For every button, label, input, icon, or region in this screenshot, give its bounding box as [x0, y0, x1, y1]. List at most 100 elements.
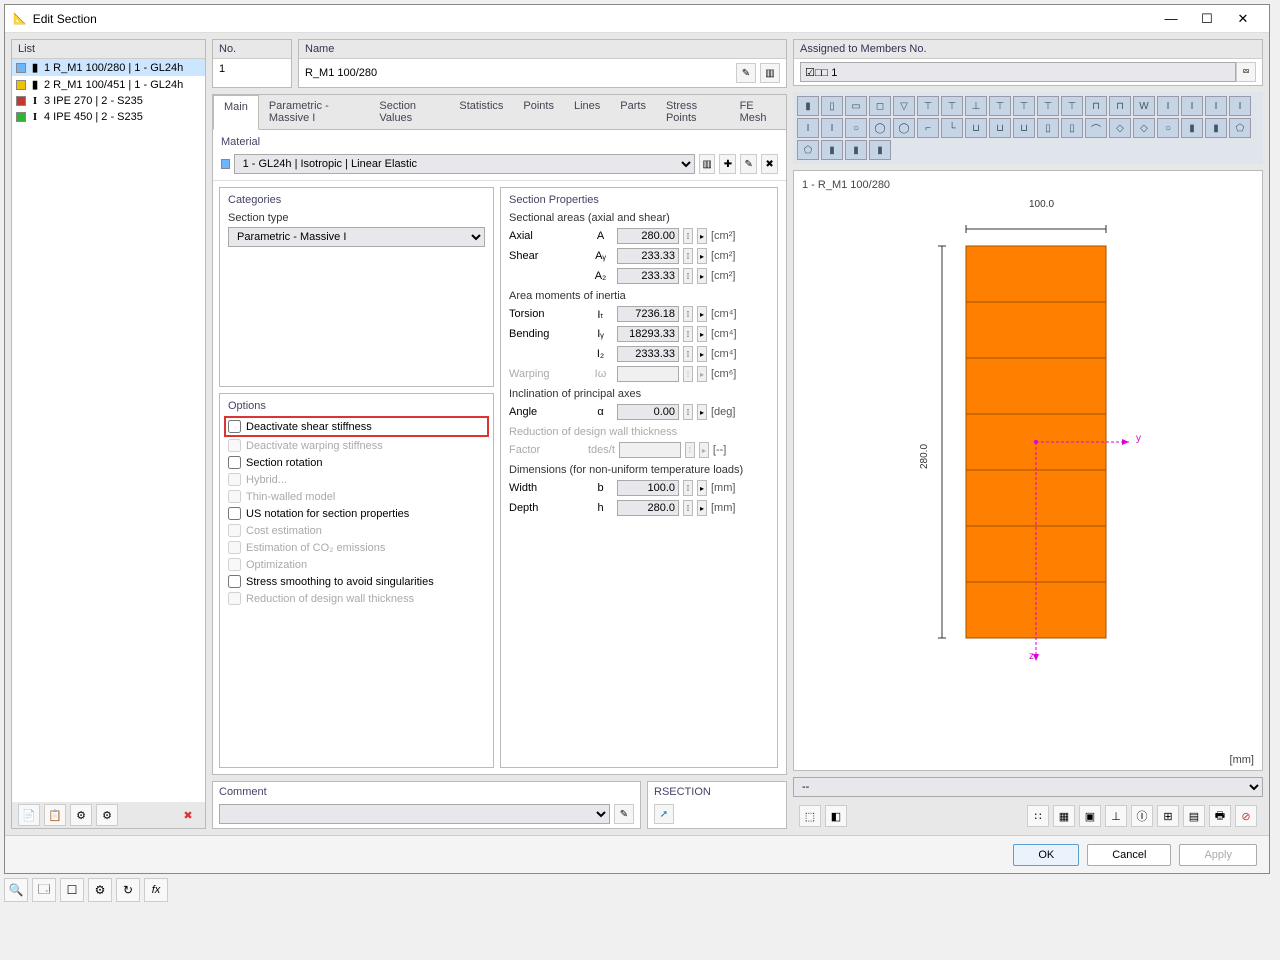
shape-button[interactable]: ⊤ — [917, 96, 939, 116]
status-1-icon[interactable]: 🔍 — [4, 878, 28, 902]
tool-a-icon[interactable]: ⚙ — [70, 804, 92, 826]
shape-button[interactable]: I — [797, 118, 819, 138]
tab-main[interactable]: Main — [213, 95, 259, 130]
shape-button[interactable]: ⊤ — [941, 96, 963, 116]
tab-statistics[interactable]: Statistics — [449, 95, 513, 129]
shape-button[interactable]: ⊤ — [1061, 96, 1083, 116]
flyout-icon[interactable]: ▸ — [697, 268, 707, 284]
shape-button[interactable]: ◇ — [1109, 118, 1131, 138]
pv-tool-5-icon[interactable]: ▣ — [1079, 805, 1101, 827]
prop-input[interactable] — [617, 346, 679, 362]
list-item[interactable]: ▮2 R_M1 100/451 | 1 - GL24h — [12, 76, 205, 93]
shape-button[interactable]: ⊤ — [989, 96, 1011, 116]
prop-input[interactable] — [617, 500, 679, 516]
shape-button[interactable]: ▮ — [845, 140, 867, 160]
assigned-input[interactable] — [800, 62, 1236, 82]
shape-button[interactable]: └ — [941, 118, 963, 138]
stepper-icon[interactable]: ⁞ — [683, 404, 693, 420]
prop-input[interactable] — [617, 228, 679, 244]
option-row[interactable]: Section rotation — [228, 454, 485, 471]
material-select[interactable]: 1 - GL24h | Isotropic | Linear Elastic — [234, 154, 695, 174]
rsection-open-icon[interactable]: ➚ — [654, 804, 674, 824]
tab-lines[interactable]: Lines — [564, 95, 610, 129]
flyout-icon[interactable]: ▸ — [697, 404, 707, 420]
name-input[interactable] — [305, 67, 732, 79]
shape-button[interactable]: ◻ — [869, 96, 891, 116]
shape-button[interactable]: ⊔ — [989, 118, 1011, 138]
pv-tool-8-icon[interactable]: ⊞ — [1157, 805, 1179, 827]
prop-input[interactable] — [617, 326, 679, 342]
stepper-icon[interactable]: ⁞ — [683, 268, 693, 284]
tool-b-icon[interactable]: ⚙ — [96, 804, 118, 826]
material-library-icon[interactable]: ▥ — [699, 154, 716, 174]
delete-icon[interactable]: ✖ — [177, 804, 199, 826]
cancel-button[interactable]: Cancel — [1087, 844, 1171, 866]
shape-button[interactable]: I — [1205, 96, 1227, 116]
tab-section-values[interactable]: Section Values — [369, 95, 449, 129]
close-button[interactable]: ✕ — [1225, 7, 1261, 31]
tab-parametric-massive-i[interactable]: Parametric - Massive I — [259, 95, 370, 129]
shape-button[interactable]: ⊔ — [1013, 118, 1035, 138]
option-checkbox[interactable] — [228, 507, 241, 520]
list-item[interactable]: I3 IPE 270 | 2 - S235 — [12, 93, 205, 109]
shape-button[interactable]: ⬠ — [1229, 118, 1251, 138]
flyout-icon[interactable]: ▸ — [697, 480, 707, 496]
new-icon[interactable]: 📄 — [18, 804, 40, 826]
option-checkbox[interactable] — [228, 420, 241, 433]
shape-button[interactable]: W — [1133, 96, 1155, 116]
flyout-icon[interactable]: ▸ — [697, 326, 707, 342]
shape-button[interactable]: I — [1157, 96, 1179, 116]
shape-button[interactable]: ⊔ — [965, 118, 987, 138]
option-checkbox[interactable] — [228, 456, 241, 469]
status-4-icon[interactable]: ⚙ — [88, 878, 112, 902]
flyout-icon[interactable]: ▸ — [697, 306, 707, 322]
shape-button[interactable]: ⊤ — [1013, 96, 1035, 116]
status-2-icon[interactable]: 🗔 — [32, 878, 56, 902]
stepper-icon[interactable]: ⁞ — [683, 346, 693, 362]
option-row[interactable]: Stress smoothing to avoid singularities — [228, 573, 485, 590]
prop-input[interactable] — [617, 248, 679, 264]
list-item[interactable]: ▮1 R_M1 100/280 | 1 - GL24h — [12, 59, 205, 76]
comment-edit-icon[interactable]: ✎ — [614, 804, 634, 824]
option-checkbox[interactable] — [228, 575, 241, 588]
shape-button[interactable]: ▯ — [1061, 118, 1083, 138]
shape-button[interactable]: ▮ — [821, 140, 843, 160]
pv-tool-4-icon[interactable]: ▦ — [1053, 805, 1075, 827]
apply-button[interactable]: Apply — [1179, 844, 1257, 866]
section-type-select[interactable]: Parametric - Massive I — [228, 227, 485, 247]
shape-button[interactable]: ⊤ — [1037, 96, 1059, 116]
prop-input[interactable] — [617, 480, 679, 496]
status-3-icon[interactable]: ☐ — [60, 878, 84, 902]
shape-button[interactable]: ⌒ — [1085, 118, 1107, 138]
no-input[interactable] — [219, 63, 285, 75]
shape-button[interactable]: ▮ — [1181, 118, 1203, 138]
shape-button[interactable]: I — [1229, 96, 1251, 116]
shape-button[interactable]: ▭ — [845, 96, 867, 116]
material-edit-icon[interactable]: ✎ — [740, 154, 757, 174]
shape-button[interactable]: ○ — [845, 118, 867, 138]
shape-button[interactable]: ▮ — [797, 96, 819, 116]
stepper-icon[interactable]: ⁞ — [683, 500, 693, 516]
flyout-icon[interactable]: ▸ — [697, 346, 707, 362]
tab-stress-points[interactable]: Stress Points — [656, 95, 730, 129]
shape-button[interactable]: ▽ — [893, 96, 915, 116]
stepper-icon[interactable]: ⁞ — [683, 248, 693, 264]
shape-button[interactable]: ◯ — [869, 118, 891, 138]
status-6-icon[interactable]: fx — [144, 878, 168, 902]
pv-tool-10-icon[interactable]: 🖶 — [1209, 805, 1231, 827]
stepper-icon[interactable]: ⁞ — [683, 480, 693, 496]
prop-input[interactable] — [617, 306, 679, 322]
shape-button[interactable]: ⊓ — [1085, 96, 1107, 116]
shape-button[interactable]: ▯ — [1037, 118, 1059, 138]
shape-button[interactable]: ⬠ — [797, 140, 819, 160]
pv-tool-3-icon[interactable]: ∷ — [1027, 805, 1049, 827]
shape-button[interactable]: ⊓ — [1109, 96, 1131, 116]
material-delete-icon[interactable]: ✖ — [761, 154, 778, 174]
prop-input[interactable] — [617, 404, 679, 420]
option-row[interactable]: Deactivate shear stiffness — [226, 418, 487, 435]
flyout-icon[interactable]: ▸ — [697, 248, 707, 264]
section-list[interactable]: ▮1 R_M1 100/280 | 1 - GL24h▮2 R_M1 100/4… — [12, 59, 205, 802]
ok-button[interactable]: OK — [1013, 844, 1079, 866]
pv-tool-11-icon[interactable]: ⊘ — [1235, 805, 1257, 827]
comment-select[interactable] — [219, 804, 610, 824]
